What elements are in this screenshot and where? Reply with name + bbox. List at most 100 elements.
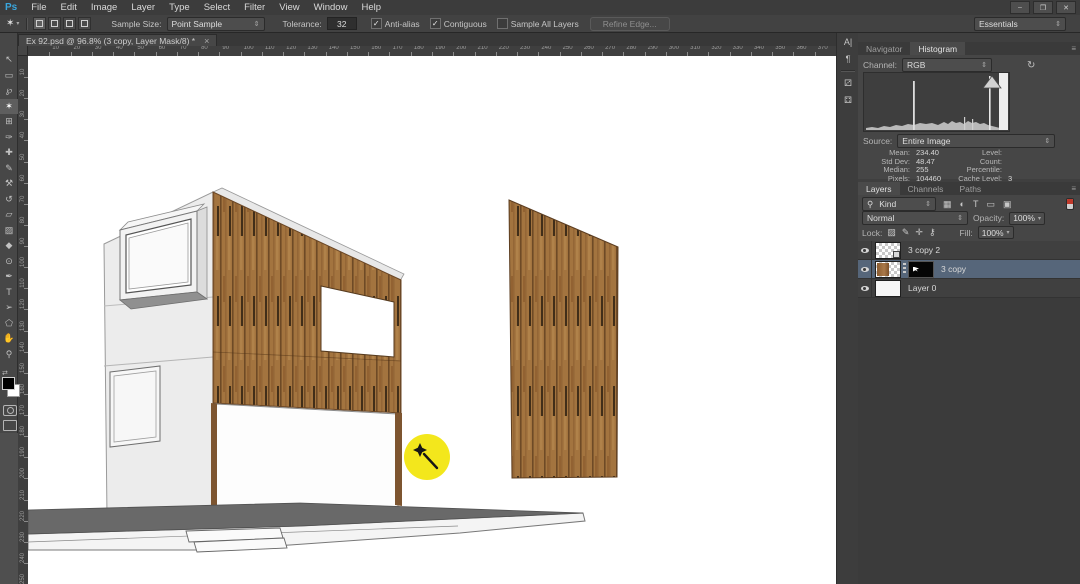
filter-pixel-layers-icon[interactable]: ▦ bbox=[943, 199, 952, 210]
layers-panel: ⚲ Kind ⇕ ▦◐T▭▣ Normal ⇕ Opacity: 100% ▾ … bbox=[858, 195, 1080, 584]
filter-adjustment-layers-icon[interactable]: ◐ bbox=[960, 199, 965, 210]
path-selection-tool[interactable]: ➢ bbox=[0, 300, 18, 316]
new-selection-mode-button[interactable] bbox=[33, 17, 46, 30]
menu-window[interactable]: Window bbox=[307, 2, 355, 13]
visibility-cell[interactable] bbox=[858, 241, 872, 259]
source-select[interactable]: Entire Image ⇕ bbox=[897, 134, 1055, 148]
lock-all-icon[interactable]: ⚷ bbox=[929, 227, 936, 238]
type-tool[interactable]: T bbox=[0, 285, 18, 301]
restore-button[interactable]: ❐ bbox=[1033, 1, 1053, 14]
foreground-color-swatch[interactable] bbox=[2, 377, 15, 390]
hand-tool[interactable]: ✋ bbox=[0, 331, 18, 347]
tab-histogram[interactable]: Histogram bbox=[910, 42, 965, 55]
marquee-tool[interactable]: ▭ bbox=[0, 68, 18, 84]
workspace-select[interactable]: Essentials ⇕ bbox=[974, 17, 1066, 31]
visibility-cell[interactable] bbox=[858, 260, 872, 278]
menu-edit[interactable]: Edit bbox=[54, 2, 84, 13]
lasso-tool[interactable]: ℘ bbox=[0, 83, 18, 99]
sample-size-select[interactable]: Point Sample ⇕ bbox=[167, 17, 265, 31]
swap-colors-icon[interactable]: ⇄ bbox=[2, 369, 8, 377]
magic-wand-tool[interactable]: ✶ bbox=[0, 99, 18, 115]
layer-name[interactable]: Layer 0 bbox=[908, 283, 936, 293]
brush-tool[interactable]: ✎ bbox=[0, 161, 18, 177]
pen-tool[interactable]: ✒ bbox=[0, 269, 18, 285]
blend-mode-value: Normal bbox=[867, 213, 894, 223]
menu-view[interactable]: View bbox=[272, 2, 306, 13]
character-panel-icon[interactable]: A| bbox=[837, 33, 859, 50]
filter-smart-objects-icon[interactable]: ▣ bbox=[1003, 199, 1012, 210]
dodge-tool[interactable]: ⊙ bbox=[0, 254, 18, 270]
canvas[interactable] bbox=[28, 56, 836, 584]
layer-filter-toggle[interactable] bbox=[1066, 198, 1074, 210]
fill-input[interactable]: 100% ▾ bbox=[978, 226, 1014, 239]
visibility-cell[interactable] bbox=[858, 279, 872, 297]
opacity-input[interactable]: 100% ▾ bbox=[1009, 212, 1045, 225]
lock-transparency-icon[interactable]: ▨ bbox=[887, 227, 896, 238]
ground-platform bbox=[28, 503, 585, 552]
layer-mask-thumbnail[interactable] bbox=[908, 261, 934, 278]
minimize-button[interactable]: – bbox=[1010, 1, 1030, 14]
menu-type[interactable]: Type bbox=[162, 2, 197, 13]
move-tool[interactable]: ↖ bbox=[0, 52, 18, 68]
tab-layers[interactable]: Layers bbox=[858, 182, 900, 195]
filter-shape-layers-icon[interactable]: ▭ bbox=[986, 199, 995, 210]
eyedropper-tool[interactable]: ✑ bbox=[0, 130, 18, 146]
close-button[interactable]: ✕ bbox=[1056, 1, 1076, 14]
checkbox-sample-all-layers[interactable]: Sample All Layers bbox=[497, 18, 579, 29]
tab-navigator[interactable]: Navigator bbox=[858, 42, 910, 55]
intersect-selection-mode-button[interactable] bbox=[78, 17, 91, 30]
shape-tool[interactable]: ⬠ bbox=[0, 316, 18, 332]
subtract-from-selection-mode-button[interactable] bbox=[63, 17, 76, 30]
crop-tool[interactable]: ⊞ bbox=[0, 114, 18, 130]
layer-row[interactable]: 3 copy bbox=[858, 260, 1080, 279]
tab-paths[interactable]: Paths bbox=[951, 182, 989, 195]
tab-channels[interactable]: Channels bbox=[900, 182, 952, 195]
styles-panel-icon[interactable]: ⚃ bbox=[837, 92, 859, 109]
layer-row[interactable]: Layer 0 bbox=[858, 279, 1080, 298]
checkbox-contiguous[interactable]: ✓Contiguous bbox=[430, 18, 487, 29]
refine-edge-button[interactable]: Refine Edge... bbox=[590, 17, 670, 31]
updown-arrows-icon: ⇕ bbox=[957, 214, 963, 222]
channel-select[interactable]: RGB ⇕ bbox=[902, 58, 992, 72]
layer-thumbnail[interactable] bbox=[875, 280, 901, 297]
menu-layer[interactable]: Layer bbox=[124, 2, 162, 13]
menu-select[interactable]: Select bbox=[197, 2, 237, 13]
layer-name[interactable]: 3 copy 2 bbox=[908, 245, 940, 255]
blur-tool[interactable]: ◆ bbox=[0, 238, 18, 254]
panel-menu-icon[interactable]: ≡ bbox=[1071, 42, 1080, 55]
menu-image[interactable]: Image bbox=[84, 2, 124, 13]
filter-type-layers-icon[interactable]: T bbox=[973, 199, 979, 210]
menu-file[interactable]: File bbox=[24, 2, 53, 13]
fill-value: 100% bbox=[982, 228, 1004, 238]
tool-preset-picker[interactable]: ✶ ▾ bbox=[4, 18, 21, 29]
quick-mask-icon[interactable] bbox=[3, 405, 17, 416]
lock-position-icon[interactable]: ✛ bbox=[915, 227, 923, 238]
lock-label: Lock: bbox=[862, 228, 882, 238]
layer-thumbnail[interactable] bbox=[875, 242, 901, 259]
layer-filter-select[interactable]: ⚲ Kind ⇕ bbox=[862, 197, 936, 211]
tolerance-input[interactable]: 32 bbox=[327, 17, 357, 30]
zoom-tool[interactable]: ⚲ bbox=[0, 347, 18, 363]
add-to-selection-mode-button[interactable] bbox=[48, 17, 61, 30]
blend-mode-select[interactable]: Normal ⇕ bbox=[862, 211, 968, 225]
menu-filter[interactable]: Filter bbox=[237, 2, 272, 13]
lock-pixels-icon[interactable]: ✎ bbox=[902, 227, 910, 238]
paragraph-panel-icon[interactable]: ¶ bbox=[837, 50, 859, 67]
healing-brush-tool[interactable]: ✚ bbox=[0, 145, 18, 161]
layer-thumbnail[interactable] bbox=[875, 261, 901, 278]
updown-arrows-icon: ⇕ bbox=[1044, 137, 1050, 145]
layer-row[interactable]: 3 copy 2 bbox=[858, 241, 1080, 260]
checkbox-anti-alias[interactable]: ✓Anti-alias bbox=[371, 18, 420, 29]
options-checkboxes: ✓Anti-alias ✓Contiguous Sample All Layers bbox=[371, 18, 579, 29]
history-brush-tool[interactable]: ↺ bbox=[0, 192, 18, 208]
panel-menu-icon[interactable]: ≡ bbox=[1071, 182, 1080, 195]
refresh-icon[interactable]: ↻ bbox=[1027, 60, 1035, 71]
menu-help[interactable]: Help bbox=[354, 2, 388, 13]
gradient-tool[interactable]: ▨ bbox=[0, 223, 18, 239]
screen-mode-icon[interactable] bbox=[3, 420, 17, 431]
layer-name[interactable]: 3 copy bbox=[941, 264, 966, 274]
close-tab-icon[interactable]: × bbox=[204, 36, 209, 46]
eraser-tool[interactable]: ▱ bbox=[0, 207, 18, 223]
swatches-panel-icon[interactable]: ⚂ bbox=[837, 75, 859, 92]
clone-stamp-tool[interactable]: ⚒ bbox=[0, 176, 18, 192]
